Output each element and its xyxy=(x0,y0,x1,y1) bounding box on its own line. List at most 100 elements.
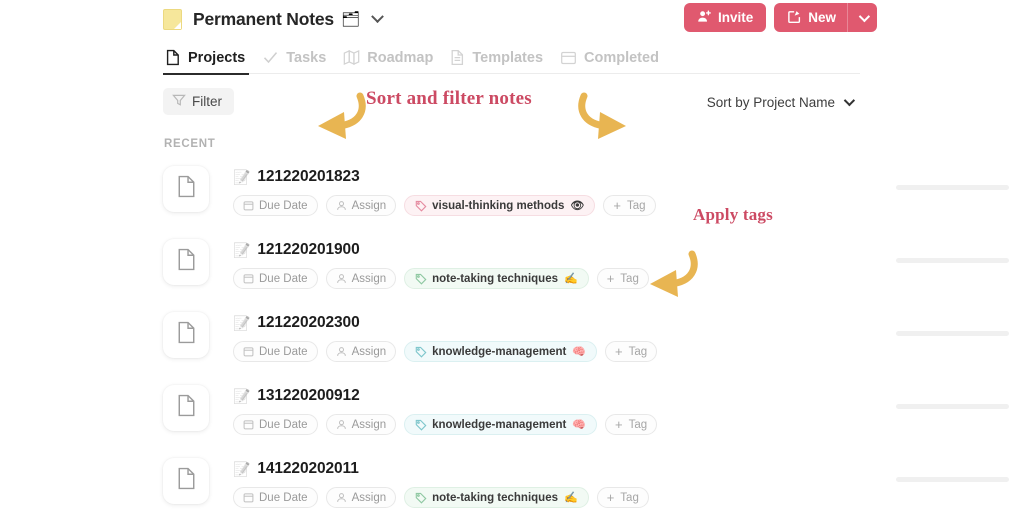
note-title-row: 📝 121220201823 xyxy=(233,168,656,186)
add-tag-label: Tag xyxy=(629,419,648,431)
list-item[interactable]: 📝 121220201823 Due Date Assign visual-th… xyxy=(163,165,863,238)
person-icon xyxy=(336,492,347,503)
add-tag-pill[interactable]: + Tag xyxy=(603,195,655,216)
list-item[interactable]: 📝 141220202011 Due Date Assign note-taki… xyxy=(163,457,863,512)
note-pill-row: Due Date Assign visual-thinking methods … xyxy=(233,195,656,216)
tag-icon xyxy=(415,419,427,431)
add-tag-pill[interactable]: + Tag xyxy=(605,414,657,435)
chevron-down-icon xyxy=(844,95,855,106)
assign-pill[interactable]: Assign xyxy=(326,341,397,362)
note-thumbnail[interactable] xyxy=(163,166,209,212)
note-tag-emoji: ✍ xyxy=(564,272,578,285)
note-tag-pill[interactable]: knowledge-management 🧠 xyxy=(404,414,597,435)
template-icon xyxy=(450,49,465,66)
person-icon xyxy=(336,419,347,430)
note-thumbnail[interactable] xyxy=(163,458,209,504)
assign-label: Assign xyxy=(352,200,387,212)
tab-roadmap[interactable]: Roadmap xyxy=(339,42,446,74)
note-title: 131220200912 xyxy=(257,387,359,405)
due-date-pill[interactable]: Due Date xyxy=(233,487,318,508)
plus-icon: + xyxy=(615,345,623,358)
calendar-icon xyxy=(243,419,254,430)
note-tag-pill[interactable]: note-taking techniques ✍ xyxy=(404,487,589,508)
tab-bar: Projects Tasks Roadmap xyxy=(163,42,860,74)
calendar-icon xyxy=(243,346,254,357)
new-dropdown-button[interactable] xyxy=(847,3,877,32)
person-icon xyxy=(336,273,347,284)
calendar-icon xyxy=(243,273,254,284)
assign-pill[interactable]: Assign xyxy=(326,195,397,216)
note-thumbnail[interactable] xyxy=(163,385,209,431)
person-icon xyxy=(336,200,347,211)
row-placeholder-bar xyxy=(896,331,1009,336)
compose-icon xyxy=(787,9,802,27)
funnel-icon xyxy=(172,93,186,110)
list-item[interactable]: 📝 121220201900 Due Date Assign note-taki… xyxy=(163,238,863,311)
due-date-pill[interactable]: Due Date xyxy=(233,195,318,216)
note-title-row: 📝 131220200912 xyxy=(233,387,657,405)
note-tag-pill[interactable]: visual-thinking methods 👁 xyxy=(404,195,595,216)
add-tag-pill[interactable]: + Tag xyxy=(605,341,657,362)
assign-pill[interactable]: Assign xyxy=(326,268,397,289)
chevron-down-icon xyxy=(858,10,869,21)
assign-pill[interactable]: Assign xyxy=(326,414,397,435)
note-title-row: 📝 121220202300 xyxy=(233,314,657,332)
note-thumbnail[interactable] xyxy=(163,239,209,285)
due-date-label: Due Date xyxy=(259,492,308,504)
tab-completed[interactable]: Completed xyxy=(556,42,672,74)
note-body: 📝 121220201900 Due Date Assign note-taki… xyxy=(233,238,649,289)
chevron-down-icon[interactable] xyxy=(371,10,384,23)
filter-button[interactable]: Filter xyxy=(163,88,234,115)
tab-label: Completed xyxy=(584,50,659,66)
list-item[interactable]: 📝 121220202300 Due Date Assign knowledge… xyxy=(163,311,863,384)
note-title: 141220202011 xyxy=(257,460,358,478)
memo-emoji: 📝 xyxy=(233,169,250,186)
note-tag-label: visual-thinking methods xyxy=(432,200,564,212)
tag-icon xyxy=(415,492,427,504)
add-tag-pill[interactable]: + Tag xyxy=(597,487,649,508)
due-date-pill[interactable]: Due Date xyxy=(233,414,318,435)
new-button[interactable]: New xyxy=(774,3,847,32)
document-icon xyxy=(165,49,181,66)
invite-button[interactable]: Invite xyxy=(684,3,766,32)
note-tag-label: knowledge-management xyxy=(432,346,566,358)
note-tag-emoji: 🧠 xyxy=(572,418,586,431)
due-date-pill[interactable]: Due Date xyxy=(233,341,318,362)
filter-label: Filter xyxy=(192,94,222,109)
tab-label: Projects xyxy=(188,50,245,66)
sticky-note-icon xyxy=(163,9,182,30)
plus-icon: + xyxy=(607,491,615,504)
workspace-emoji: 🗂 xyxy=(341,10,360,28)
add-tag-label: Tag xyxy=(629,346,648,358)
due-date-label: Due Date xyxy=(259,346,308,358)
sort-dropdown[interactable]: Sort by Project Name xyxy=(707,90,852,114)
memo-emoji: 📝 xyxy=(233,461,250,478)
new-label: New xyxy=(808,10,836,25)
row-placeholder-bar xyxy=(896,185,1009,190)
annotation-arrow-left xyxy=(292,92,370,140)
tray-icon xyxy=(560,50,577,66)
assign-label: Assign xyxy=(352,273,387,285)
note-tag-pill[interactable]: knowledge-management 🧠 xyxy=(404,341,597,362)
new-button-group: New xyxy=(774,3,877,32)
memo-emoji: 📝 xyxy=(233,242,250,259)
document-icon xyxy=(176,321,197,349)
tab-projects[interactable]: Projects xyxy=(163,42,258,74)
due-date-pill[interactable]: Due Date xyxy=(233,268,318,289)
note-tag-pill[interactable]: note-taking techniques ✍ xyxy=(404,268,589,289)
assign-pill[interactable]: Assign xyxy=(326,487,397,508)
note-tag-label: knowledge-management xyxy=(432,419,566,431)
annotation-arrow-tags xyxy=(622,250,702,298)
annotation-arrow-right xyxy=(574,92,652,140)
note-thumbnail[interactable] xyxy=(163,312,209,358)
document-icon xyxy=(176,467,197,495)
tab-templates[interactable]: Templates xyxy=(446,42,556,74)
document-icon xyxy=(176,394,197,422)
note-title-row: 📝 121220201900 xyxy=(233,241,649,259)
note-pill-row: Due Date Assign note-taking techniques ✍… xyxy=(233,268,649,289)
tab-tasks[interactable]: Tasks xyxy=(258,42,339,74)
check-icon xyxy=(262,49,279,66)
header-actions: Invite New xyxy=(684,3,877,32)
row-placeholder-bar xyxy=(896,404,1009,409)
list-item[interactable]: 📝 131220200912 Due Date Assign knowledge… xyxy=(163,384,863,457)
